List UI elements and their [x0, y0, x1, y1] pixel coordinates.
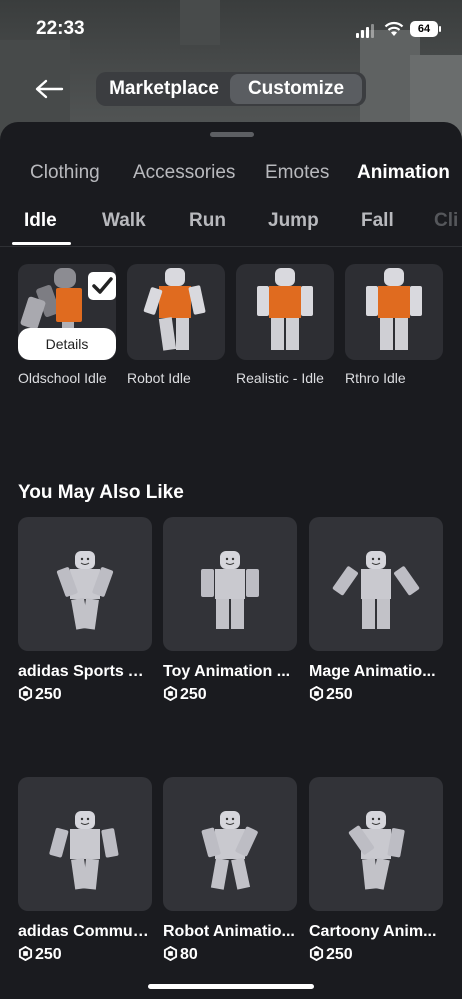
details-button[interactable]: Details	[18, 328, 116, 360]
subtab-jump[interactable]: Jump	[268, 210, 319, 232]
battery-icon: 64	[410, 21, 441, 37]
price-value: 250	[326, 686, 353, 703]
equipped-checkmark-icon	[88, 272, 116, 300]
item-name: Mage Animatio...	[309, 663, 436, 680]
top-bar: Marketplace Customize	[0, 70, 462, 110]
avatar-image	[143, 268, 206, 351]
tab-emotes[interactable]: Emotes	[265, 162, 329, 184]
price-value: 250	[326, 946, 353, 963]
robux-icon	[18, 946, 33, 961]
item-thumbnail[interactable]	[309, 517, 443, 651]
home-indicator[interactable]	[148, 984, 314, 989]
item-name: Robot Animatio...	[163, 923, 295, 940]
tab-animation[interactable]: Animation	[357, 162, 450, 184]
item-thumbnail[interactable]	[18, 777, 152, 911]
subtab-selected-indicator	[12, 242, 71, 245]
item-name: adidas Commun...	[18, 923, 152, 940]
item-label: Robot Idle	[127, 370, 191, 386]
robux-icon	[18, 686, 33, 701]
owned-animations-row: Details Oldschool Idle Robot Idle Realis…	[0, 264, 462, 394]
item-thumbnail[interactable]	[127, 264, 225, 360]
customize-sheet: Clothing Accessories Emotes Animation Id…	[0, 122, 462, 999]
price-value: 250	[35, 686, 62, 703]
item-price: 250	[309, 946, 443, 964]
status-time: 22:33	[36, 18, 85, 39]
segment-customize[interactable]: Customize	[230, 74, 362, 104]
wifi-icon	[384, 21, 404, 36]
robux-icon	[163, 946, 178, 961]
recommended-item-card[interactable]: Cartoony Anim... 250	[309, 777, 443, 964]
recommended-item-card[interactable]: Mage Animatio... 250	[309, 517, 443, 704]
sheet-grab-handle[interactable]	[210, 132, 254, 137]
avatar-image	[332, 551, 420, 629]
price-value: 80	[180, 946, 198, 963]
item-thumbnail[interactable]	[163, 517, 297, 651]
section-title: You May Also Like	[18, 482, 184, 503]
cellular-signal-icon	[356, 24, 376, 38]
item-thumbnail[interactable]	[309, 777, 443, 911]
item-thumbnail[interactable]: Details	[18, 264, 116, 360]
subtab-climb[interactable]: Cli	[434, 210, 458, 232]
category-tabs: Clothing Accessories Emotes Animation	[0, 162, 462, 192]
subtab-walk[interactable]: Walk	[102, 210, 146, 232]
owned-item[interactable]: Rthro Idle	[345, 264, 443, 386]
recommended-item-card[interactable]: Robot Animatio... 80	[163, 777, 297, 964]
price-value: 250	[180, 686, 207, 703]
avatar-image	[348, 811, 405, 890]
item-thumbnail[interactable]	[163, 777, 297, 911]
avatar-image	[366, 268, 422, 350]
item-thumbnail[interactable]	[236, 264, 334, 360]
item-name: Toy Animation ...	[163, 663, 291, 680]
item-price: 250	[309, 686, 443, 704]
item-label: Realistic - Idle	[236, 370, 324, 386]
segment-marketplace[interactable]: Marketplace	[100, 72, 228, 106]
item-name: adidas Sports A...	[18, 663, 152, 680]
avatar-image	[201, 551, 259, 629]
tab-clothing[interactable]: Clothing	[30, 162, 100, 184]
subtab-fall[interactable]: Fall	[361, 210, 394, 232]
item-price: 80	[163, 946, 297, 964]
item-price: 250	[18, 946, 152, 964]
robux-icon	[163, 686, 178, 701]
item-name: Cartoony Anim...	[309, 923, 437, 940]
robux-icon	[309, 946, 324, 961]
avatar-image	[257, 268, 313, 350]
avatar-image	[49, 811, 119, 890]
mode-segmented-control: Marketplace Customize	[96, 72, 366, 106]
subtab-run[interactable]: Run	[189, 210, 226, 232]
recommended-item-card[interactable]: adidas Commun... 250	[18, 777, 152, 964]
tab-accessories[interactable]: Accessories	[133, 162, 235, 184]
price-value: 250	[35, 946, 62, 963]
item-price: 250	[18, 686, 152, 704]
avatar-image	[56, 551, 114, 630]
owned-item[interactable]: Realistic - Idle	[236, 264, 334, 386]
owned-item[interactable]: Robot Idle	[127, 264, 225, 386]
recommended-item-card[interactable]: Toy Animation ... 250	[163, 517, 297, 704]
item-price: 250	[163, 686, 297, 704]
recommended-item-card[interactable]: adidas Sports A... 250	[18, 517, 152, 704]
robux-icon	[309, 686, 324, 701]
subtab-idle[interactable]: Idle	[24, 210, 57, 232]
avatar-image	[201, 811, 258, 890]
arrow-left-icon[interactable]	[34, 78, 64, 100]
item-thumbnail[interactable]	[18, 517, 152, 651]
item-thumbnail[interactable]	[345, 264, 443, 360]
item-label: Oldschool Idle	[18, 370, 107, 386]
owned-item[interactable]: Details Oldschool Idle	[18, 264, 116, 386]
status-bar: 22:33 64	[0, 18, 462, 42]
item-label: Rthro Idle	[345, 370, 406, 386]
